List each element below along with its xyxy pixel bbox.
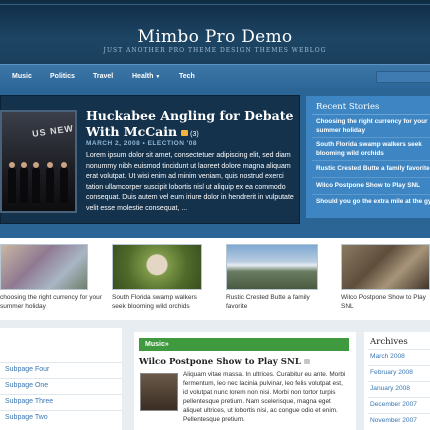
nav-item-politics[interactable]: Politics [50,73,75,80]
comment-count[interactable]: (3) [190,131,199,138]
divider [312,114,430,115]
thumbnail-caption[interactable]: choosing the right currency for your sum… [0,294,104,311]
divider [0,362,122,363]
featured-story-image[interactable]: US NEW [0,110,77,213]
subpage-link[interactable]: Subpage One [5,382,48,389]
divider [312,137,430,138]
archive-link[interactable]: March 2008 [370,353,405,360]
site-tagline: JUST ANOTHER PRO THEME DESIGN THEMES WEB… [103,47,327,54]
archive-link[interactable]: February 2008 [370,369,413,376]
divider [368,365,430,366]
archive-link[interactable]: November 2007 [370,417,417,424]
divider [368,349,430,350]
featured-story-excerpt: Lorem ipsum dolor sit amet, consectetuer… [86,152,294,212]
mountain-photo-icon[interactable] [226,244,318,290]
subpage-link[interactable]: Subpage Three [5,398,53,405]
recent-story-link[interactable]: Should you go the extra mile at the gym [316,198,430,207]
subpage-link[interactable]: Subpage Four [5,366,49,373]
divider [312,160,430,161]
thumbnail-caption[interactable]: South Florida swamp walkers seek bloomin… [112,294,212,311]
main-nav: Music Politics Travel Health ▼ Tech [0,64,430,88]
thumbnail-caption[interactable]: Rustic Crested Butte a family favorite [226,294,326,311]
subpage-link[interactable]: Subpage Two [5,414,48,421]
post-title-text: Wilco Postpone Show to Play SNL [139,357,301,367]
recent-story-link[interactable]: Rustic Crested Butte a family favorite [316,165,430,174]
divider [312,194,430,195]
archive-link[interactable]: December 2007 [370,401,417,408]
post-thumbnail[interactable] [140,373,178,411]
chevron-down-icon: ▼ [155,74,161,80]
thumbnail-caption[interactable]: Wilco Postpone Show to Play SNL [341,294,430,311]
recent-stories-panel: Recent Stories Choosing the right curren… [306,96,430,218]
divider [0,410,122,411]
post-title[interactable]: Wilco Postpone Show to Play SNL [139,357,310,367]
band-photo-icon[interactable] [341,244,430,290]
divider [0,378,122,379]
recent-story-link[interactable]: Choosing the right currency for your sum… [316,118,430,135]
archive-link[interactable]: January 2008 [370,385,410,392]
header-divider [0,4,430,5]
site-title[interactable]: Mimbo Pro Demo [0,27,430,47]
featured-story-meta: MARCH 2, 2008 • ELECTION '08 [86,140,198,147]
music-section-bar[interactable] [139,338,349,351]
nav-item-music[interactable]: Music [12,73,32,80]
divider [368,413,430,414]
image-sign-text: US NEW [31,123,75,139]
archives-title: Archives [370,337,408,347]
music-section-label[interactable]: Music» [145,341,169,348]
comment-icon [303,359,310,364]
currency-photo-icon[interactable] [0,244,88,290]
comment-icon [181,129,189,136]
nav-item-travel[interactable]: Travel [93,73,113,80]
divider [368,381,430,382]
divider [312,177,430,178]
divider [368,397,430,398]
recent-stories-title: Recent Stories [316,102,380,112]
nav-item-health[interactable]: Health ▼ [132,73,160,80]
featured-story-title[interactable]: Huckabee Angling for Debate With McCain(… [86,108,296,143]
orchid-photo-icon[interactable] [112,244,202,290]
search-input[interactable] [376,71,430,83]
nav-item-tech[interactable]: Tech [179,73,195,80]
post-excerpt: Aliquam vitae massa. In ultrices. Curabi… [183,371,346,424]
recent-story-link[interactable]: Wilco Postpone Show to Play SNL [316,182,430,191]
nav-item-health-label: Health [132,73,154,80]
divider [0,394,122,395]
recent-story-link[interactable]: South Florida swamp walkers seek bloomin… [316,141,430,158]
